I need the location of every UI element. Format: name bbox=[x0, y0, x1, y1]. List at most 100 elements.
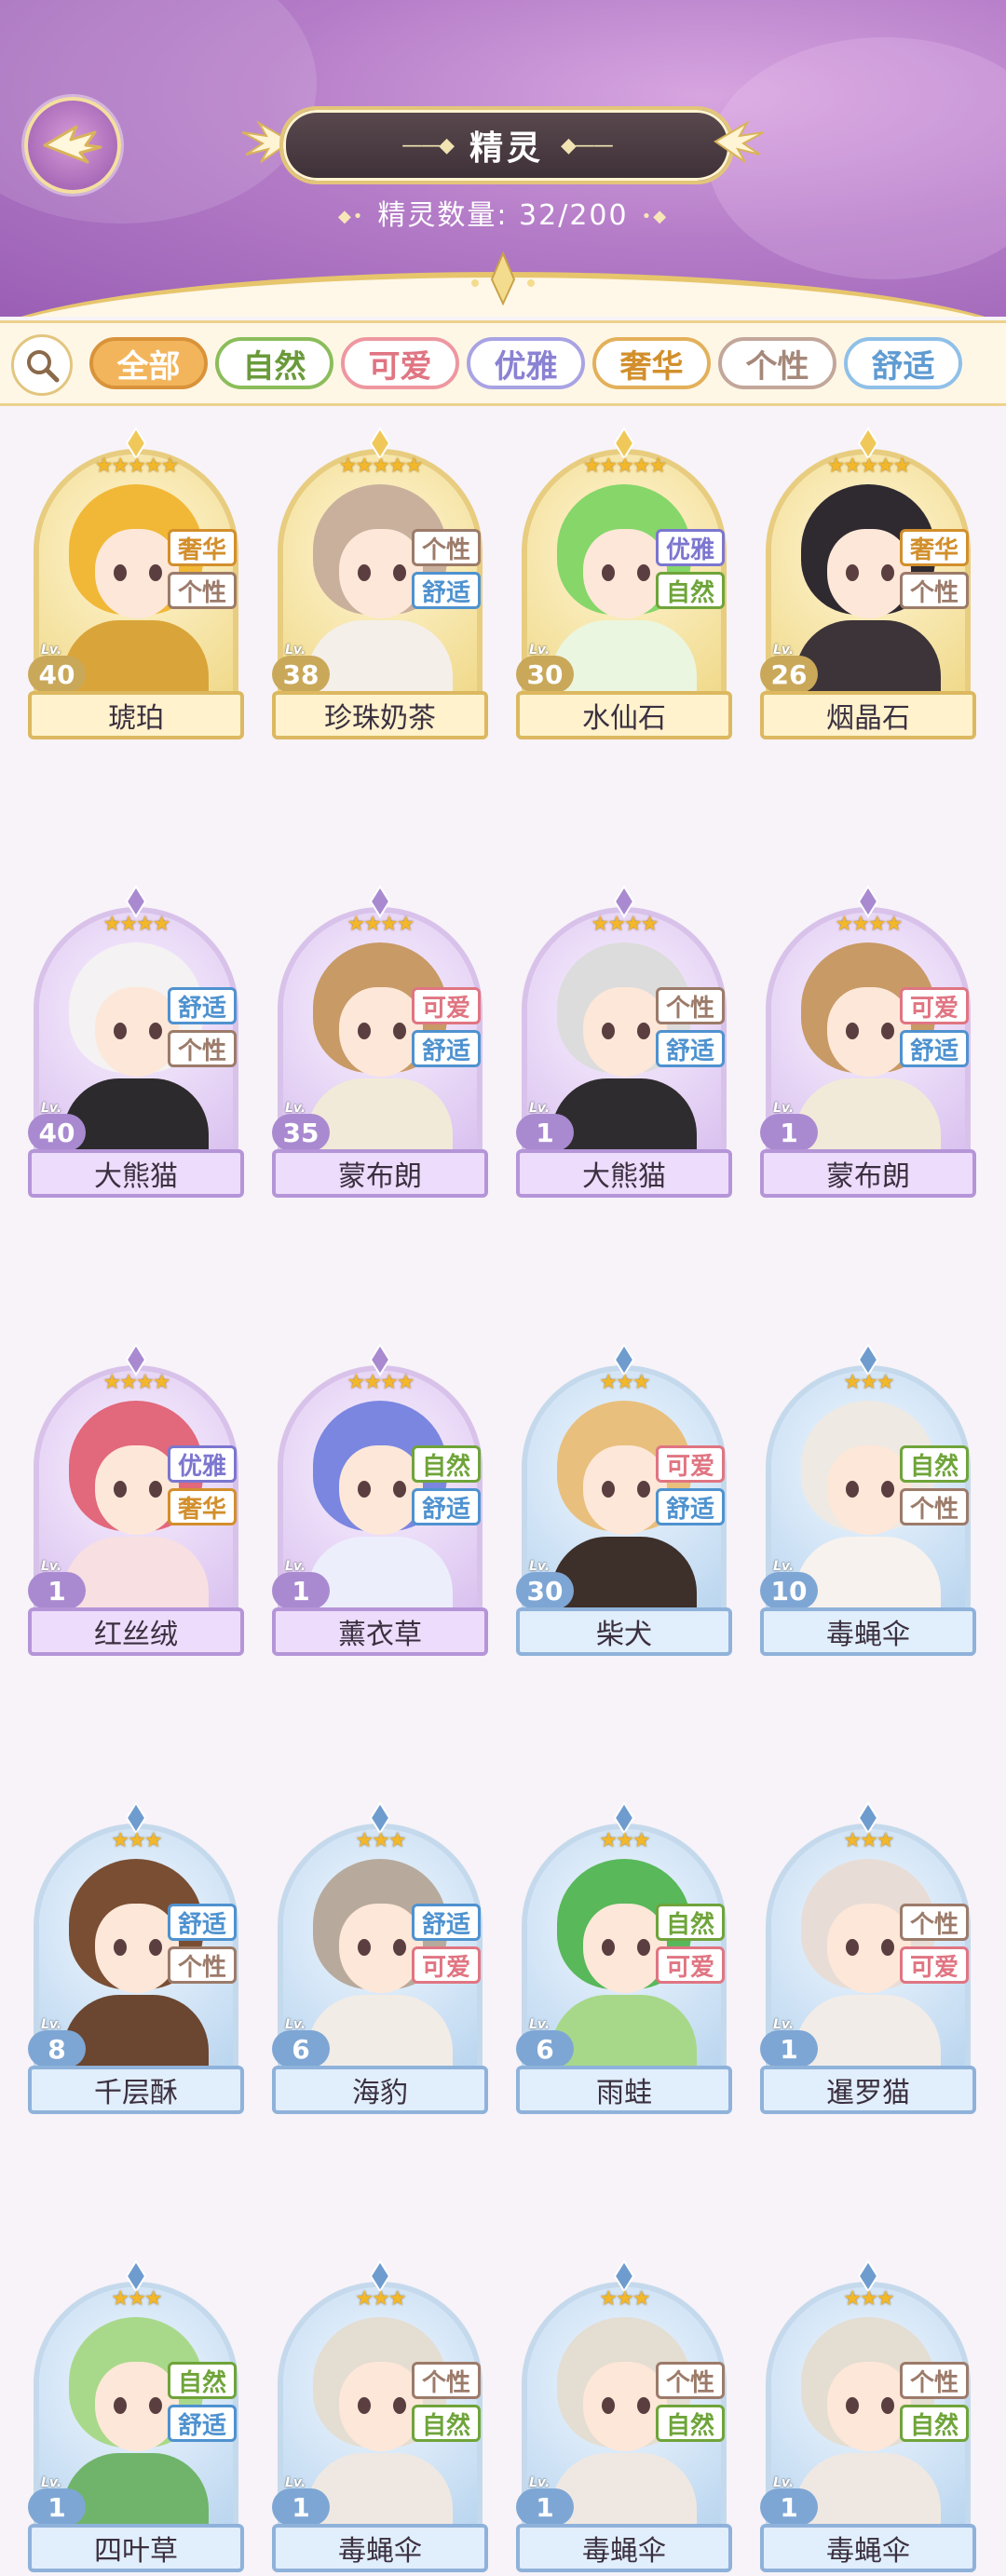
level-badge: 30 bbox=[516, 656, 574, 693]
character-outfit bbox=[551, 1537, 697, 1611]
character-eye bbox=[602, 1023, 615, 1039]
level-badge: 26 bbox=[760, 656, 818, 693]
spirit-card[interactable]: ★★★ 自然 个性 Lv. 10 毒蝇伞 bbox=[760, 1343, 976, 1660]
rarity-stars: ★★★ bbox=[843, 1829, 894, 1852]
tab-filter[interactable]: 奢华 bbox=[592, 337, 711, 389]
tab-filter[interactable]: 全部 bbox=[89, 337, 208, 389]
back-button[interactable] bbox=[24, 97, 121, 194]
rarity-stars: ★★★★★ bbox=[338, 454, 424, 478]
spirit-card[interactable]: ★★★★ 优雅 奢华 Lv. 1 红丝绒 bbox=[28, 1343, 244, 1660]
spirit-card[interactable]: ★★★ 个性 自然 Lv. 1 毒蝇伞 bbox=[272, 2259, 488, 2576]
character-eye bbox=[881, 1939, 894, 1956]
spirit-card[interactable]: ★★★★ 舒适 个性 Lv. 40 大熊猫 bbox=[28, 885, 244, 1201]
trait-badge: 舒适 bbox=[656, 1488, 725, 1525]
character-outfit bbox=[551, 2453, 697, 2528]
character-eye bbox=[637, 1481, 650, 1498]
spirit-card[interactable]: ★★★ 个性 可爱 Lv. 1 暹罗猫 bbox=[760, 1801, 976, 2118]
level-badge: 1 bbox=[760, 2488, 818, 2526]
trait-badge: 舒适 bbox=[412, 1904, 481, 1941]
trait-badge: 舒适 bbox=[168, 1904, 237, 1941]
spirit-card[interactable]: ★★★ 自然 可爱 Lv. 6 雨蛙 bbox=[516, 1801, 732, 2118]
spirit-name: 大熊猫 bbox=[516, 1149, 732, 1198]
character-outfit bbox=[307, 620, 453, 695]
tab-filter[interactable]: 自然 bbox=[215, 337, 333, 389]
character-outfit bbox=[63, 1078, 209, 1153]
spirit-card[interactable]: ★★★★ 可爱 舒适 Lv. 1 蒙布朗 bbox=[760, 885, 976, 1201]
character-outfit bbox=[551, 1995, 697, 2069]
trait-badge: 优雅 bbox=[168, 1445, 237, 1483]
spirit-card[interactable]: ★★★★★ 优雅 自然 Lv. 30 水仙石 bbox=[516, 427, 732, 743]
trait-badge: 可爱 bbox=[412, 987, 481, 1024]
spirit-name: 珍珠奶茶 bbox=[272, 691, 488, 739]
character-face bbox=[827, 2362, 911, 2451]
trait-badge: 个性 bbox=[900, 572, 969, 609]
spirit-card[interactable]: ★★★ 舒适 个性 Lv. 8 千层酥 bbox=[28, 1801, 244, 2118]
title-deco-right: ◆—— bbox=[561, 133, 614, 157]
trait-badge: 舒适 bbox=[412, 1488, 481, 1525]
rarity-stars: ★★★ bbox=[111, 1829, 162, 1852]
level-badge: 1 bbox=[760, 2030, 818, 2068]
spirit-card[interactable]: ★★★★ 自然 舒适 Lv. 1 薰衣草 bbox=[272, 1343, 488, 1660]
trait-badge: 自然 bbox=[656, 572, 725, 609]
rarity-stars: ★★★★★ bbox=[94, 454, 180, 478]
spirit-card[interactable]: ★★★ 可爱 舒适 Lv. 30 柴犬 bbox=[516, 1343, 732, 1660]
spirit-card[interactable]: ★★★★ 可爱 舒适 Lv. 35 蒙布朗 bbox=[272, 885, 488, 1201]
trait-badge: 个性 bbox=[900, 1488, 969, 1525]
spirit-card[interactable]: ★★★★★ 奢华 个性 Lv. 26 烟晶石 bbox=[760, 427, 976, 743]
character-eye bbox=[114, 564, 127, 581]
tab-filter[interactable]: 舒适 bbox=[844, 337, 962, 389]
character-eye bbox=[149, 1939, 162, 1956]
character-eye bbox=[149, 564, 162, 581]
spirit-card[interactable]: ★★★★ 个性 舒适 Lv. 1 大熊猫 bbox=[516, 885, 732, 1201]
rarity-stars: ★★★ bbox=[599, 2287, 650, 2311]
character-face bbox=[583, 2362, 667, 2451]
character-eye bbox=[846, 1939, 859, 1956]
rarity-stars: ★★★ bbox=[843, 2287, 894, 2311]
rarity-stars: ★★★ bbox=[599, 1829, 650, 1852]
spirit-card[interactable]: ★★★ 个性 自然 Lv. 1 毒蝇伞 bbox=[516, 2259, 732, 2576]
trait-badge: 自然 bbox=[412, 1445, 481, 1483]
trait-badge: 可爱 bbox=[412, 1946, 481, 1984]
character-face bbox=[339, 1445, 423, 1535]
character-eye bbox=[602, 564, 615, 581]
trait-badge: 个性 bbox=[656, 2362, 725, 2399]
spirit-name: 四叶草 bbox=[28, 2524, 244, 2572]
trait-badge: 个性 bbox=[900, 2362, 969, 2399]
trait-badge: 可爱 bbox=[656, 1445, 725, 1483]
spirit-card[interactable]: ★★★ 舒适 可爱 Lv. 6 海豹 bbox=[272, 1801, 488, 2118]
character-eye bbox=[846, 2397, 859, 2414]
trait-badge: 个性 bbox=[168, 1030, 237, 1067]
character-face bbox=[827, 1904, 911, 1993]
character-face bbox=[95, 987, 179, 1077]
spirit-card[interactable]: ★★★★★ 奢华 个性 Lv. 40 琥珀 bbox=[28, 427, 244, 743]
character-eye bbox=[393, 1023, 406, 1039]
character-face bbox=[827, 987, 911, 1077]
character-eye bbox=[358, 1481, 371, 1498]
level-badge: 35 bbox=[272, 1114, 330, 1151]
character-face bbox=[583, 987, 667, 1077]
tab-filter[interactable]: 优雅 bbox=[467, 337, 585, 389]
character-outfit bbox=[551, 620, 697, 695]
character-face bbox=[95, 2362, 179, 2451]
character-eye bbox=[881, 1023, 894, 1039]
page-title: 精灵 bbox=[469, 129, 544, 168]
rarity-stars: ★★★★ bbox=[347, 1371, 415, 1394]
trait-badge: 舒适 bbox=[168, 2405, 237, 2442]
trait-badge: 个性 bbox=[412, 2362, 481, 2399]
trait-badge: 个性 bbox=[168, 1946, 237, 1984]
character-outfit bbox=[795, 1995, 941, 2069]
title-plate: ——◆ 精灵 ◆—— bbox=[279, 106, 734, 184]
trait-badge: 可爱 bbox=[656, 1946, 725, 1984]
trait-badge: 个性 bbox=[168, 572, 237, 609]
character-eye bbox=[846, 1481, 859, 1498]
character-face bbox=[583, 529, 667, 618]
spirit-card[interactable]: ★★★ 个性 自然 Lv. 1 毒蝇伞 bbox=[760, 2259, 976, 2576]
spirit-card[interactable]: ★★★ 自然 舒适 Lv. 1 四叶草 bbox=[28, 2259, 244, 2576]
tab-filter[interactable]: 可爱 bbox=[341, 337, 459, 389]
character-eye bbox=[881, 1481, 894, 1498]
search-button[interactable] bbox=[11, 334, 73, 396]
tab-filter[interactable]: 个性 bbox=[718, 337, 836, 389]
spirit-card[interactable]: ★★★★★ 个性 舒适 Lv. 38 珍珠奶茶 bbox=[272, 427, 488, 743]
rarity-stars: ★★★★ bbox=[102, 1371, 171, 1394]
character-outfit bbox=[63, 1537, 209, 1611]
